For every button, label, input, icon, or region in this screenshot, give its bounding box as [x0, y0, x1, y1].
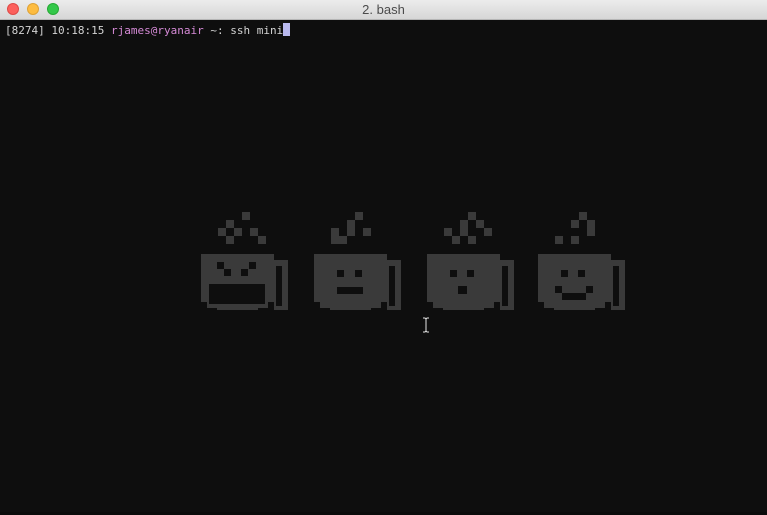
steam-pixel	[331, 236, 339, 244]
prompt-line: [8274] 10:18:15 rjames@ryanair ~: ssh mi…	[5, 23, 291, 38]
mug-handle-top	[387, 260, 401, 266]
steam-pixel	[587, 228, 595, 236]
steam-pixel	[587, 220, 595, 228]
steam-pixel	[347, 220, 355, 228]
title-bar[interactable]: 2. bash	[0, 0, 767, 20]
steam-pixel	[579, 212, 587, 220]
mug-neutral	[314, 212, 401, 310]
prompt-time: 10:18:15	[51, 24, 105, 37]
mug-handle-inner	[276, 266, 282, 306]
mouth-corner	[586, 286, 593, 293]
steam-pixel	[363, 228, 371, 236]
steam-pixel	[258, 236, 266, 244]
prompt-user-host: rjames@ryanair	[110, 24, 204, 37]
eye	[355, 270, 362, 277]
steam-pixel	[460, 220, 468, 228]
mug-handle-top	[274, 260, 288, 266]
mouth	[562, 293, 586, 300]
mouth	[458, 286, 467, 294]
mug-smiling	[538, 212, 625, 310]
mug-bottom	[554, 308, 595, 310]
steam-pixel	[226, 236, 234, 244]
text-cursor	[283, 23, 291, 36]
mug-handle-top	[611, 260, 625, 266]
steam-pixel	[460, 228, 468, 236]
steam-pixel	[242, 212, 250, 220]
eye	[450, 270, 457, 277]
steam-pixel	[355, 212, 363, 220]
eye	[241, 269, 248, 276]
mug-laughing	[201, 212, 288, 310]
mug-bottom	[443, 308, 484, 310]
mug-handle-inner	[502, 266, 508, 306]
steam-pixel	[555, 236, 563, 244]
window-title: 2. bash	[362, 2, 405, 17]
steam-pixel	[571, 236, 579, 244]
terminal-window: 2. bash [8274] 10:18:15 rjames@ryanair ~…	[0, 0, 767, 515]
steam-pixel	[468, 212, 476, 220]
steam-pixel	[571, 220, 579, 228]
steam-pixel	[250, 228, 258, 236]
eye	[467, 270, 474, 277]
ibeam-cursor-icon	[423, 317, 429, 333]
prompt-command: ssh mini	[230, 24, 284, 37]
steam-pixel	[339, 236, 347, 244]
mug-bottom	[330, 308, 371, 310]
mug-handle-inner	[389, 266, 395, 306]
terminal-area[interactable]: [8274] 10:18:15 rjames@ryanair ~: ssh mi…	[0, 20, 767, 515]
mug-base	[544, 302, 605, 308]
mug-handle-top	[500, 260, 514, 266]
mug-surprised	[427, 212, 514, 310]
eye	[561, 270, 568, 277]
steam-pixel	[226, 220, 234, 228]
eye	[578, 270, 585, 277]
mug-base	[320, 302, 381, 308]
mug-body	[314, 254, 387, 302]
steam-pixel	[484, 228, 492, 236]
eye	[217, 262, 224, 269]
mug-body	[427, 254, 500, 302]
steam-pixel	[468, 236, 476, 244]
steam-pixel	[452, 236, 460, 244]
prompt-pid: [8274]	[5, 24, 45, 37]
mug-handle-inner	[613, 266, 619, 306]
eye	[224, 269, 231, 276]
steam-pixel	[476, 220, 484, 228]
eye	[337, 270, 344, 277]
steam-pixel	[331, 228, 339, 236]
mug-bottom	[217, 308, 258, 310]
prompt-path: ~:	[210, 24, 224, 37]
mouth	[337, 287, 363, 294]
mug-base	[433, 302, 494, 308]
steam-pixel	[444, 228, 452, 236]
steam-pixel	[347, 228, 355, 236]
steam-pixel	[218, 228, 226, 236]
coffee-mug-faces-icon	[201, 212, 625, 310]
mouth	[209, 284, 265, 304]
eye	[249, 262, 256, 269]
mouth-corner	[555, 286, 562, 293]
steam-pixel	[234, 228, 242, 236]
